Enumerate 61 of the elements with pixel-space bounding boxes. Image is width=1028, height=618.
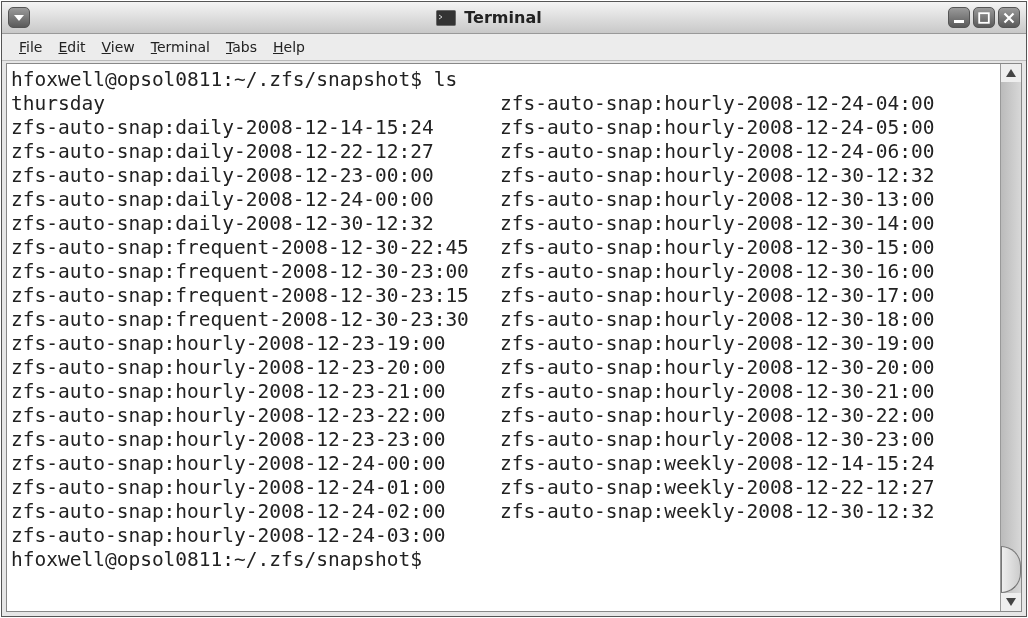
command-prompt: hfoxwell@opsol0811:~/.zfs/snapshot$ ls: [11, 68, 458, 92]
file-name: zfs-auto-snap:hourly-2008-12-30-18:00: [500, 308, 935, 331]
command-prompt: hfoxwell@opsol0811:~/.zfs/snapshot$: [11, 548, 422, 572]
menu-item[interactable]: File: [12, 37, 50, 57]
file-name: zfs-auto-snap:hourly-2008-12-30-20:00: [500, 356, 935, 379]
up-arrow-icon: [1006, 69, 1016, 77]
scroll-down-button[interactable]: [1001, 593, 1021, 611]
file-name: zfs-auto-snap:hourly-2008-12-30-17:00: [500, 284, 935, 307]
file-name: zfs-auto-snap:weekly-2008-12-30-12:32: [500, 500, 935, 523]
file-name: zfs-auto-snap:weekly-2008-12-22-12:27: [500, 476, 935, 499]
file-name: zfs-auto-snap:hourly-2008-12-24-04:00: [500, 92, 935, 115]
file-name: zfs-auto-snap:hourly-2008-12-24-01:00: [11, 476, 446, 499]
menu-item[interactable]: Tabs: [219, 37, 264, 57]
file-name: zfs-auto-snap:hourly-2008-12-23-22:00: [11, 404, 446, 427]
file-name: zfs-auto-snap:hourly-2008-12-23-23:00: [11, 428, 446, 451]
file-name: zfs-auto-snap:hourly-2008-12-30-13:00: [500, 188, 935, 211]
file-name: zfs-auto-snap:hourly-2008-12-24-05:00: [500, 116, 935, 139]
file-name: zfs-auto-snap:hourly-2008-12-30-21:00: [500, 380, 935, 403]
close-button[interactable]: [998, 7, 1020, 28]
menu-item[interactable]: Edit: [51, 37, 93, 57]
file-name: zfs-auto-snap:daily-2008-12-30-12:32: [11, 212, 434, 235]
window-title: Terminal: [464, 8, 542, 27]
file-name: zfs-auto-snap:weekly-2008-12-14-15:24: [500, 452, 935, 475]
file-name: zfs-auto-snap:hourly-2008-12-30-23:00: [500, 428, 935, 451]
file-name: zfs-auto-snap:daily-2008-12-24-00:00: [11, 188, 434, 211]
file-name: zfs-auto-snap:hourly-2008-12-23-20:00: [11, 356, 446, 379]
scrollbar[interactable]: [1000, 64, 1021, 611]
menu-item[interactable]: View: [94, 37, 142, 57]
file-name: zfs-auto-snap:hourly-2008-12-30-15:00: [500, 236, 935, 259]
close-icon: [1003, 11, 1015, 24]
minimize-icon: [954, 20, 964, 23]
scrollbar-thumb[interactable]: [1001, 546, 1021, 593]
window-menu-button[interactable]: [8, 7, 30, 28]
file-name: zfs-auto-snap:hourly-2008-12-24-03:00: [11, 524, 446, 547]
file-name: zfs-auto-snap:hourly-2008-12-23-21:00: [11, 380, 446, 403]
file-name: zfs-auto-snap:daily-2008-12-22-12:27: [11, 140, 434, 163]
file-name: zfs-auto-snap:frequent-2008-12-30-23:30: [11, 308, 469, 331]
menu-item[interactable]: Help: [266, 37, 312, 57]
menu-item[interactable]: Terminal: [143, 37, 217, 57]
file-name: zfs-auto-snap:frequent-2008-12-30-23:15: [11, 284, 469, 307]
scroll-up-button[interactable]: [1001, 64, 1021, 82]
maximize-button[interactable]: [973, 7, 995, 28]
maximize-icon: [978, 11, 990, 24]
file-name: zfs-auto-snap:daily-2008-12-14-15:24: [11, 116, 434, 139]
file-name: zfs-auto-snap:hourly-2008-12-23-19:00: [11, 332, 446, 355]
file-name: zfs-auto-snap:hourly-2008-12-30-14:00: [500, 212, 935, 235]
file-name: zfs-auto-snap:hourly-2008-12-30-16:00: [500, 260, 935, 283]
file-name: zfs-auto-snap:hourly-2008-12-24-02:00: [11, 500, 446, 523]
down-arrow-icon: [1006, 598, 1016, 606]
file-name: zfs-auto-snap:hourly-2008-12-24-06:00: [500, 140, 935, 163]
file-name: zfs-auto-snap:frequent-2008-12-30-22:45: [11, 236, 469, 259]
file-name: zfs-auto-snap:hourly-2008-12-30-19:00: [500, 332, 935, 355]
file-name: thursday: [11, 92, 105, 115]
terminal-icon: [436, 9, 457, 26]
file-name: zfs-auto-snap:hourly-2008-12-30-22:00: [500, 404, 935, 427]
file-name: zfs-auto-snap:hourly-2008-12-24-00:00: [11, 452, 446, 475]
caret-icon: [13, 13, 25, 22]
file-name: zfs-auto-snap:daily-2008-12-23-00:00: [11, 164, 434, 187]
file-name: zfs-auto-snap:hourly-2008-12-30-12:32: [500, 164, 935, 187]
minimize-button[interactable]: [948, 7, 970, 28]
file-name: zfs-auto-snap:frequent-2008-12-30-23:00: [11, 260, 469, 283]
